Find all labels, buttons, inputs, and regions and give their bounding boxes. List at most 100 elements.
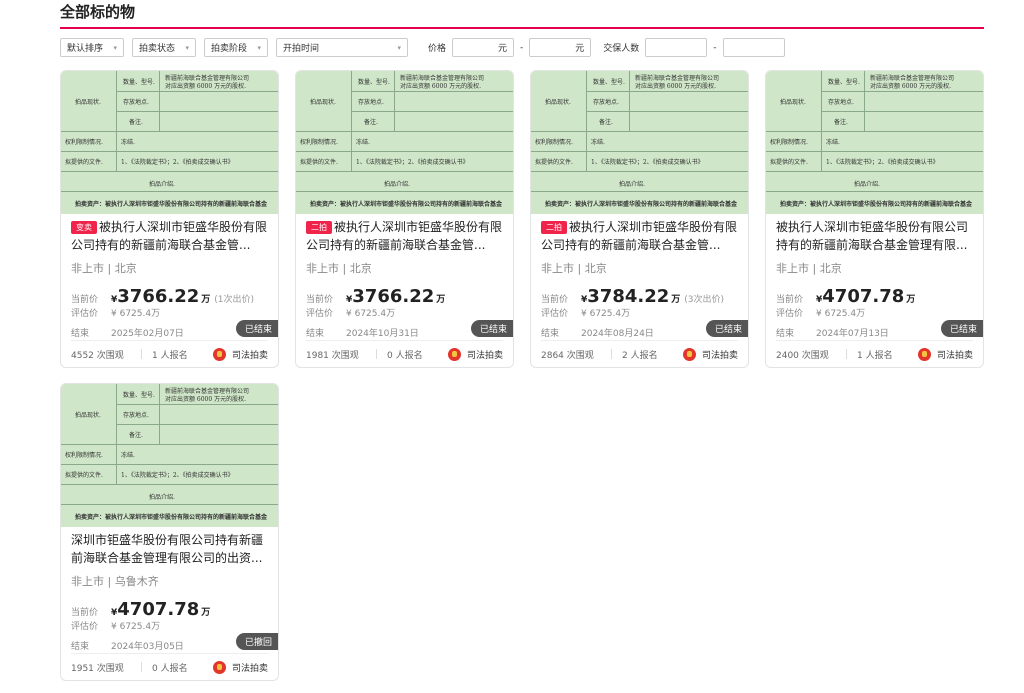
auction-card[interactable]: 数量、型号. 新疆前海联合基金管理有限公司 对应出资额 6000 万元的股权. … <box>765 70 984 368</box>
item-title[interactable]: 被执行人深圳市钜盛华股份有限公司持有的新疆前海联合基金管理有限... <box>776 218 973 254</box>
court-emblem-icon <box>918 348 931 361</box>
thumb-text: 拍卖资产：被执行人深圳市钜盛华股份有限公司持有的新疆前海联合基金 <box>780 199 972 208</box>
item-title[interactable]: 深圳市钜盛华股份有限公司持有新疆前海联合基金管理有限公司的出资... <box>71 531 268 567</box>
thumb-text: 对应出资额 6000 万元的股权. <box>870 81 951 90</box>
auction-card[interactable]: 数量、型号. 新疆前海联合基金管理有限公司 对应出资额 6000 万元的股权. … <box>60 70 279 368</box>
thumb-text: 备注. <box>599 117 613 126</box>
current-price-label: 当前价 <box>71 605 111 618</box>
wan-unit: 万 <box>201 292 210 305</box>
thumb-text: 冻结. <box>121 450 135 459</box>
thumb-text: 拍卖资产：被执行人深圳市钜盛华股份有限公司持有的新疆前海联合基金 <box>75 199 267 208</box>
wan-unit: 万 <box>906 292 915 305</box>
enroll-count: 1 人报名 <box>152 348 213 361</box>
document-thumbnail[interactable]: 数量、型号. 新疆前海联合基金管理有限公司 对应出资额 6000 万元的股权. … <box>61 71 278 214</box>
stage-dropdown[interactable]: 拍卖阶段▾ <box>204 38 268 57</box>
wan-unit: 万 <box>436 292 445 305</box>
thumb-text: 权利限制情况. <box>770 137 808 146</box>
auction-card[interactable]: 数量、型号. 新疆前海联合基金管理有限公司 对应出资额 6000 万元的股权. … <box>295 70 514 368</box>
thumb-text: 拍卖资产：被执行人深圳市钜盛华股份有限公司持有的新疆前海联合基金 <box>545 199 737 208</box>
current-price-label: 当前价 <box>306 292 346 305</box>
end-date: 2024年10月31日 <box>346 326 419 339</box>
thumb-text: 拍卖资产：被执行人深圳市钜盛华股份有限公司持有的新疆前海联合基金 <box>75 512 267 521</box>
range-dash: - <box>520 43 523 53</box>
document-thumbnail[interactable]: 数量、型号. 新疆前海联合基金管理有限公司 对应出资额 6000 万元的股权. … <box>766 71 983 214</box>
thumb-text: 数量、型号. <box>358 77 390 86</box>
thumb-text: 拍品现状. <box>310 97 336 106</box>
thumb-text: 存放地点. <box>593 97 619 106</box>
thumb-text: 对应出资额 6000 万元的股权. <box>400 81 481 90</box>
item-title[interactable]: 二拍被执行人深圳市钜盛华股份有限公司持有的新疆前海联合基金管... <box>541 218 738 254</box>
thumb-text: 对应出资额 6000 万元的股权. <box>165 394 246 403</box>
current-price: 3766.22 <box>117 286 199 307</box>
yuan-unit: 元 <box>575 41 584 54</box>
appraisal-label: 评估价 <box>776 306 816 319</box>
appraisal-value: ¥ 6725.4万 <box>111 306 160 319</box>
round-tag: 二拍 <box>541 221 567 234</box>
page-title: 全部标的物 <box>60 1 135 22</box>
enroll-count: 0 人报名 <box>387 348 448 361</box>
court-emblem-icon <box>213 661 226 674</box>
auction-card[interactable]: 数量、型号. 新疆前海联合基金管理有限公司 对应出资额 6000 万元的股权. … <box>60 383 279 681</box>
court-emblem-icon <box>213 348 226 361</box>
caret-down-icon: ▾ <box>257 44 261 52</box>
thumb-text: 备注. <box>129 430 143 439</box>
thumb-text: 拍品介绍. <box>149 179 175 188</box>
thumb-text: 冻结. <box>356 137 370 146</box>
document-thumbnail[interactable]: 数量、型号. 新疆前海联合基金管理有限公司 对应出资额 6000 万元的股权. … <box>531 71 748 214</box>
item-name: 被执行人深圳市钜盛华股份有限公司持有的新疆前海联合基金管... <box>71 220 267 252</box>
start-time-dropdown[interactable]: 开拍时间▾ <box>276 38 408 57</box>
status-label: 拍卖状态 <box>139 41 175 54</box>
thumb-text: 备注. <box>834 117 848 126</box>
appraisal-label: 评估价 <box>541 306 581 319</box>
thumb-text: 1、《法院裁定书》；2、《拍卖成交确认书》 <box>826 157 939 166</box>
appraisal-value: ¥ 6725.4万 <box>346 306 395 319</box>
item-title[interactable]: 变卖被执行人深圳市钜盛华股份有限公司持有的新疆前海联合基金管... <box>71 218 268 254</box>
thumb-text: 权利限制情况. <box>300 137 338 146</box>
thumb-text: 数量、型号. <box>123 77 155 86</box>
thumb-text: 1、《法院裁定书》；2、《拍卖成交确认书》 <box>591 157 704 166</box>
deposit-label: 交保人数 <box>603 41 639 54</box>
thumb-text: 冻结. <box>591 137 605 146</box>
thumb-text: 存放地点. <box>828 97 854 106</box>
current-price-label: 当前价 <box>71 292 111 305</box>
current-price-label: 当前价 <box>776 292 816 305</box>
thumb-text: 冻结. <box>826 137 840 146</box>
divider <box>141 349 142 359</box>
status-badge: 已撤回 <box>236 633 278 650</box>
end-date: 2025年02月07日 <box>111 326 184 339</box>
sort-dropdown[interactable]: 默认排序▾ <box>60 38 124 57</box>
deposit-min-input[interactable] <box>645 38 707 57</box>
thumb-text: 拍品介绍. <box>384 179 410 188</box>
judicial-auction-label: 司法拍卖 <box>232 348 268 361</box>
thumb-text: 数量、型号. <box>828 77 860 86</box>
thumb-text: 权利限制情况. <box>65 450 103 459</box>
document-thumbnail[interactable]: 数量、型号. 新疆前海联合基金管理有限公司 对应出资额 6000 万元的股权. … <box>296 71 513 214</box>
bid-count: (3次出价) <box>684 292 724 305</box>
auction-card[interactable]: 数量、型号. 新疆前海联合基金管理有限公司 对应出资额 6000 万元的股权. … <box>530 70 749 368</box>
thumb-text: 权利限制情况. <box>65 137 103 146</box>
thumb-text: 权利限制情况. <box>535 137 573 146</box>
status-badge: 已结束 <box>471 320 513 337</box>
thumb-text: 数量、型号. <box>123 390 155 399</box>
thumb-text: 拍品现状. <box>545 97 571 106</box>
enroll-count: 2 人报名 <box>622 348 683 361</box>
thumb-text: 1、《法院裁定书》；2、《拍卖成交确认书》 <box>356 157 469 166</box>
item-name: 被执行人深圳市钜盛华股份有限公司持有的新疆前海联合基金管... <box>306 220 502 252</box>
end-label: 结束 <box>541 326 581 339</box>
view-count: 1981 次围观 <box>306 348 376 361</box>
end-date: 2024年08月24日 <box>581 326 654 339</box>
document-thumbnail[interactable]: 数量、型号. 新疆前海联合基金管理有限公司 对应出资额 6000 万元的股权. … <box>61 384 278 527</box>
status-dropdown[interactable]: 拍卖状态▾ <box>132 38 196 57</box>
price-max-input[interactable]: 元 <box>529 38 591 57</box>
item-name: 被执行人深圳市钜盛华股份有限公司持有的新疆前海联合基金管... <box>541 220 737 252</box>
judicial-auction-label: 司法拍卖 <box>937 348 973 361</box>
item-title[interactable]: 二拍被执行人深圳市钜盛华股份有限公司持有的新疆前海联合基金管... <box>306 218 503 254</box>
thumb-text: 拍品现状. <box>780 97 806 106</box>
divider <box>611 349 612 359</box>
thumb-text: 冻结. <box>121 137 135 146</box>
price-min-input[interactable]: 元 <box>452 38 514 57</box>
deposit-max-input[interactable] <box>723 38 785 57</box>
view-count: 4552 次围观 <box>71 348 141 361</box>
current-price: 3784.22 <box>587 286 669 307</box>
appraisal-label: 评估价 <box>71 306 111 319</box>
